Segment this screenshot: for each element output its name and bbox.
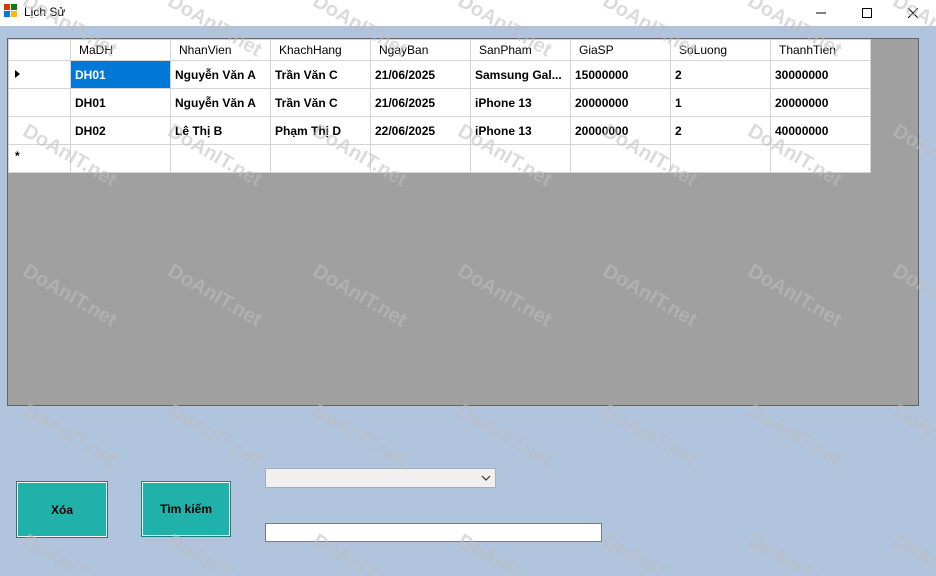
watermark-text: DoAnIT.net xyxy=(599,530,701,576)
cell-ngayban[interactable]: 21/06/2025 xyxy=(370,88,471,117)
window-title: Lịch Sử xyxy=(24,5,66,19)
row-header[interactable] xyxy=(8,88,71,117)
cell-khachhang[interactable]: Trần Văn C xyxy=(270,60,371,89)
history-datagrid[interactable]: MaDH NhanVien KhachHang NgayBan SanPham … xyxy=(7,38,919,406)
cell-thanhtien[interactable]: 20000000 xyxy=(770,88,871,117)
column-header-khachhang[interactable]: KhachHang xyxy=(270,39,371,61)
cell-giasp[interactable]: 20000000 xyxy=(570,116,671,145)
datagrid-table: MaDH NhanVien KhachHang NgayBan SanPham … xyxy=(8,39,871,173)
close-button[interactable] xyxy=(890,0,936,26)
watermark-text: DoAnIT.net xyxy=(744,530,846,576)
cell-giasp[interactable]: 20000000 xyxy=(570,88,671,117)
watermark-text: DoAnIT.net xyxy=(889,400,936,472)
column-header-giasp[interactable]: GiaSP xyxy=(570,39,671,61)
watermark-text: DoAnIT.net xyxy=(164,400,266,472)
cell-empty[interactable] xyxy=(70,144,171,173)
chevron-down-icon[interactable] xyxy=(481,472,491,484)
title-bar: Lịch Sử xyxy=(0,0,936,26)
cell-ngayban[interactable]: 21/06/2025 xyxy=(370,60,471,89)
search-input[interactable] xyxy=(266,524,601,541)
watermark-text: DoAnIT.net xyxy=(309,400,411,472)
search-button-label: Tìm kiếm xyxy=(159,502,213,516)
delete-button[interactable]: Xóa xyxy=(16,481,108,538)
new-row[interactable]: * xyxy=(8,144,871,173)
cell-khachhang[interactable]: Trần Văn C xyxy=(270,88,371,117)
cell-madh[interactable]: DH01 xyxy=(70,60,171,89)
maximize-icon xyxy=(862,8,872,18)
cell-giasp[interactable]: 15000000 xyxy=(570,60,671,89)
watermark-text: DoAnIT.net xyxy=(744,400,846,472)
watermark-text: DoAnIT.net xyxy=(454,400,556,472)
row-header[interactable]: * xyxy=(8,144,71,173)
minimize-icon xyxy=(816,12,826,14)
column-header-ngayban[interactable]: NgayBan xyxy=(370,39,471,61)
cell-soluong[interactable]: 2 xyxy=(670,116,771,145)
watermark-text: DoAnIT.net xyxy=(599,400,701,472)
cell-empty[interactable] xyxy=(370,144,471,173)
filter-combobox[interactable] xyxy=(265,468,496,488)
new-row-marker: * xyxy=(15,149,20,163)
corner-header[interactable] xyxy=(8,39,71,61)
table-row[interactable]: DH02 Lê Thị B Phạm Thị D 22/06/2025 iPho… xyxy=(8,116,871,145)
cell-khachhang[interactable]: Phạm Thị D xyxy=(270,116,371,145)
cell-nhanvien[interactable]: Lê Thị B xyxy=(170,116,271,145)
maximize-button[interactable] xyxy=(844,0,890,26)
minimize-button[interactable] xyxy=(798,0,844,26)
app-icon xyxy=(4,4,17,17)
cell-sanpham[interactable]: Samsung Gal... xyxy=(470,60,571,89)
cell-empty[interactable] xyxy=(570,144,671,173)
cell-soluong[interactable]: 1 xyxy=(670,88,771,117)
close-icon xyxy=(908,8,918,18)
search-textbox[interactable] xyxy=(265,523,602,542)
watermark-text: DoAnIT.net xyxy=(19,400,121,472)
watermark-text: DoAnIT.net xyxy=(889,530,936,576)
cell-sanpham[interactable]: iPhone 13 xyxy=(470,88,571,117)
cell-sanpham[interactable]: iPhone 13 xyxy=(470,116,571,145)
delete-button-label: Xóa xyxy=(50,502,73,517)
cell-empty[interactable] xyxy=(170,144,271,173)
cell-nhanvien[interactable]: Nguyễn Văn A xyxy=(170,60,271,89)
column-header-thanhtien[interactable]: ThanhTien xyxy=(770,39,871,61)
cell-thanhtien[interactable]: 30000000 xyxy=(770,60,871,89)
cell-nhanvien[interactable]: Nguyễn Văn A xyxy=(170,88,271,117)
row-header[interactable] xyxy=(8,116,71,145)
cell-empty[interactable] xyxy=(270,144,371,173)
cell-empty[interactable] xyxy=(770,144,871,173)
cell-empty[interactable] xyxy=(670,144,771,173)
table-row[interactable]: DH01 Nguyễn Văn A Trần Văn C 21/06/2025 … xyxy=(8,88,871,117)
cell-empty[interactable] xyxy=(470,144,571,173)
search-button[interactable]: Tìm kiếm xyxy=(141,481,231,537)
cell-ngayban[interactable]: 22/06/2025 xyxy=(370,116,471,145)
row-header[interactable] xyxy=(8,60,71,89)
table-row[interactable]: DH01 Nguyễn Văn A Trần Văn C 21/06/2025 … xyxy=(8,60,871,89)
column-header-nhanvien[interactable]: NhanVien xyxy=(170,39,271,61)
cell-thanhtien[interactable]: 40000000 xyxy=(770,116,871,145)
column-header-madh[interactable]: MaDH xyxy=(70,39,171,61)
cell-soluong[interactable]: 2 xyxy=(670,60,771,89)
cell-madh[interactable]: DH01 xyxy=(70,88,171,117)
cell-madh[interactable]: DH02 xyxy=(70,116,171,145)
current-row-icon xyxy=(15,70,20,78)
header-row: MaDH NhanVien KhachHang NgayBan SanPham … xyxy=(8,39,871,61)
column-header-soluong[interactable]: SoLuong xyxy=(670,39,771,61)
column-header-sanpham[interactable]: SanPham xyxy=(470,39,571,61)
